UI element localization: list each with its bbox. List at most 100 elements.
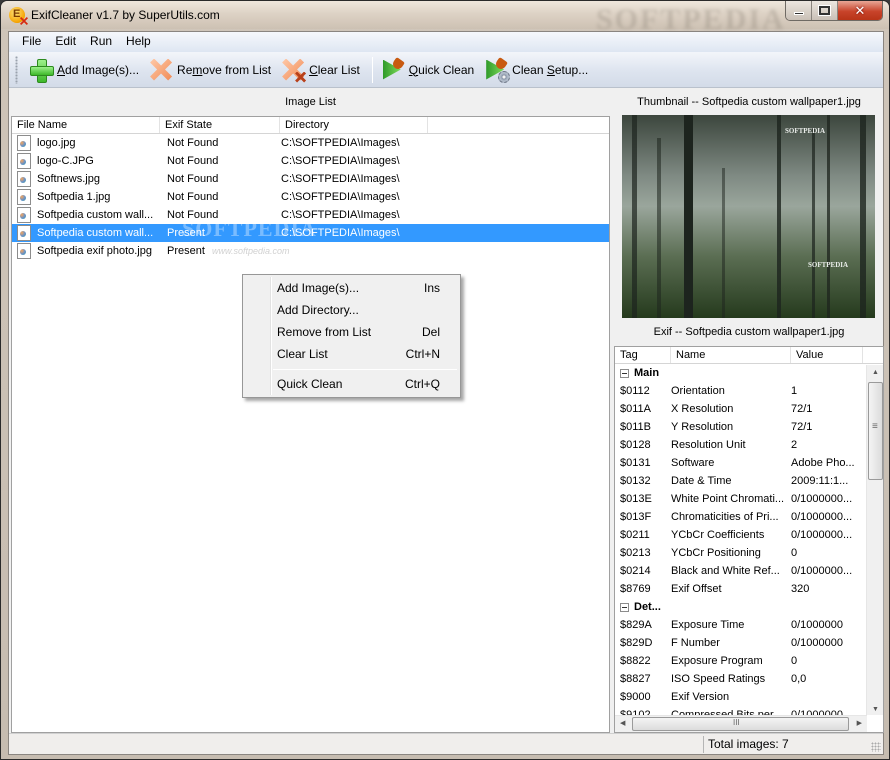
ctx-quick-clean[interactable]: Quick Clean Ctrl+Q	[246, 373, 457, 395]
column-value[interactable]: Value	[791, 347, 863, 363]
ctx-clear-list[interactable]: Clear List Ctrl+N	[246, 343, 457, 365]
image-list-row[interactable]: logo-C.JPG Not Found C:\SOFTPEDIA\Images\	[12, 152, 609, 170]
exif-vscroll-thumb[interactable]	[868, 382, 883, 480]
exif-group-row[interactable]: Main	[615, 364, 883, 382]
maximize-button[interactable]	[812, 1, 838, 20]
exif-row[interactable]: $0132 Date & Time 2009:11:1...	[615, 472, 883, 490]
thumb-tree	[812, 128, 815, 318]
exif-group-row[interactable]: Det...	[615, 598, 883, 616]
exif-row[interactable]: $0214 Black and White Ref... 0/1000000...	[615, 562, 883, 580]
thumb-tree	[827, 115, 830, 318]
app-icon[interactable]: E	[9, 7, 25, 23]
exif-tag-cell: $0112	[620, 385, 650, 397]
quick-clean-icon	[381, 58, 405, 82]
file-name-cell: Softnews.jpg	[37, 173, 100, 185]
ctx-add-directory[interactable]: Add Directory...	[246, 299, 457, 321]
exif-row[interactable]: $0112 Orientation 1	[615, 382, 883, 400]
clear-list-button[interactable]: Clear List	[278, 55, 365, 85]
ctx-label: Quick Clean	[277, 377, 343, 391]
thumbnail-logo-bottom: SOFTPEDIA	[808, 261, 849, 269]
column-exif-state[interactable]: Exif State	[160, 117, 280, 133]
exif-name-cell: X Resolution	[671, 403, 734, 415]
exif-name-cell: Black and White Ref...	[671, 565, 780, 577]
menu-run[interactable]: Run	[83, 32, 119, 52]
quick-clean-button[interactable]: Quick Clean	[378, 55, 479, 85]
softpedia-url-watermark: www.softpedia.com	[212, 246, 290, 256]
maximize-icon	[818, 5, 831, 16]
menu-edit[interactable]: Edit	[48, 32, 83, 52]
exif-row[interactable]: $829A Exposure Time 0/1000000	[615, 616, 883, 634]
exif-vertical-scrollbar[interactable]: ▲ ▼	[866, 365, 883, 715]
title-bar[interactable]: SOFTPEDIA E ExifCleaner v1.7 by SuperUti…	[1, 1, 889, 36]
image-list-row[interactable]: logo.jpg Not Found C:\SOFTPEDIA\Images\	[12, 134, 609, 152]
ctx-label: Add Image(s)...	[277, 281, 360, 295]
exif-tag-cell: $8827	[620, 673, 651, 685]
scroll-left-icon[interactable]: ◀	[620, 719, 625, 727]
exif-row[interactable]: $0213 YCbCr Positioning 0	[615, 544, 883, 562]
directory-cell: C:\SOFTPEDIA\Images\	[281, 137, 400, 149]
window-controls: ✕	[785, 1, 883, 21]
exif-name-cell: Exposure Time	[671, 619, 745, 631]
exif-row[interactable]: $8822 Exposure Program 0	[615, 652, 883, 670]
clean-setup-button[interactable]: Clean Setup...	[481, 55, 593, 85]
minimize-button[interactable]	[786, 1, 812, 20]
menu-file[interactable]: File	[15, 32, 48, 52]
scroll-right-icon[interactable]: ▶	[857, 719, 862, 727]
column-tag[interactable]: Tag	[615, 347, 671, 363]
exif-row[interactable]: $013F Chromaticities of Pri... 0/1000000..…	[615, 508, 883, 526]
softpedia-watermark: SOFTPEDIA	[182, 216, 317, 241]
image-list-row[interactable]: Softpedia exif photo.jpg Present www.softp…	[12, 242, 609, 260]
image-list-row[interactable]: Softpedia custom wall... Present C:\SOFTPE…	[12, 218, 609, 242]
exif-value-cell: 1	[791, 385, 798, 397]
remove-from-list-button[interactable]: Remove from List	[146, 55, 276, 85]
exif-row[interactable]: $829D F Number 0/1000000	[615, 634, 883, 652]
exif-tag-cell: $0128	[620, 439, 651, 451]
ctx-add-images[interactable]: Add Image(s)... Ins	[246, 277, 457, 299]
exif-name-cell: Y Resolution	[671, 421, 734, 433]
exif-row[interactable]: $0128 Resolution Unit 2	[615, 436, 883, 454]
plus-icon	[29, 58, 54, 83]
exif-name-cell: Software	[671, 457, 715, 469]
exif-row[interactable]: $8827 ISO Speed Ratings 0,0	[615, 670, 883, 688]
exif-name-cell: Resolution Unit	[671, 439, 746, 451]
ctx-label: Add Directory...	[277, 303, 359, 317]
toolbar-grip[interactable]	[15, 55, 18, 84]
column-directory[interactable]: Directory	[280, 117, 428, 133]
ctx-shortcut: Del	[421, 325, 440, 339]
add-images-button[interactable]: Add Image(s)...	[26, 55, 144, 85]
clear-list-label: Clear List	[309, 62, 360, 77]
column-name[interactable]: Name	[671, 347, 791, 363]
scroll-down-icon[interactable]: ▼	[872, 706, 879, 713]
exif-row[interactable]: $9000 Exif Version	[615, 688, 883, 706]
exif-row[interactable]: $0131 Software Adobe Pho...	[615, 454, 883, 472]
collapse-icon[interactable]	[620, 368, 629, 378]
scroll-up-icon[interactable]: ▲	[872, 369, 879, 376]
resize-grip[interactable]	[871, 742, 881, 752]
column-file-name[interactable]: File Name	[12, 117, 160, 133]
exif-value-cell: 0/1000000	[791, 619, 843, 631]
ctx-remove-from-list[interactable]: Remove from List Del	[246, 321, 457, 343]
ctx-label: Clear List	[277, 347, 328, 361]
thumbnail-logo-top: SOFTPEDIA	[785, 127, 826, 135]
client-area: File Edit Run Help Add Image(s)... Remov…	[8, 31, 884, 755]
close-button[interactable]: ✕	[838, 1, 882, 20]
add-images-label: Add Image(s)...	[57, 62, 140, 77]
exif-row[interactable]: $0211 YCbCr Coefficients 0/1000000...	[615, 526, 883, 544]
exif-row[interactable]: $013E White Point Chromati... 0/1000000...	[615, 490, 883, 508]
exif-row[interactable]: $011A X Resolution 72/1	[615, 400, 883, 418]
image-list-row[interactable]: Softnews.jpg Not Found C:\SOFTPEDIA\Images…	[12, 170, 609, 188]
menu-help[interactable]: Help	[119, 32, 158, 52]
image-file-icon	[17, 135, 31, 151]
exif-hscroll-thumb[interactable]	[632, 717, 849, 731]
image-list[interactable]: File Name Exif State Directory logo.jpg N…	[11, 116, 610, 733]
exif-row[interactable]: $011B Y Resolution 72/1	[615, 418, 883, 436]
exif-horizontal-scrollbar[interactable]: ◀ ▶	[615, 715, 867, 732]
exif-group-name: Main	[634, 367, 660, 379]
exif-table[interactable]: Tag Name Value Main $0112 Orientation 1 $011…	[614, 346, 884, 733]
collapse-icon[interactable]	[620, 602, 629, 612]
image-file-icon	[17, 189, 31, 205]
minimize-icon	[793, 11, 804, 15]
exif-state-cell: Not Found	[167, 191, 219, 203]
exif-row[interactable]: $8769 Exif Offset 320	[615, 580, 883, 598]
image-list-row[interactable]: Softpedia 1.jpg Not Found C:\SOFTPEDIA\Ima…	[12, 188, 609, 206]
